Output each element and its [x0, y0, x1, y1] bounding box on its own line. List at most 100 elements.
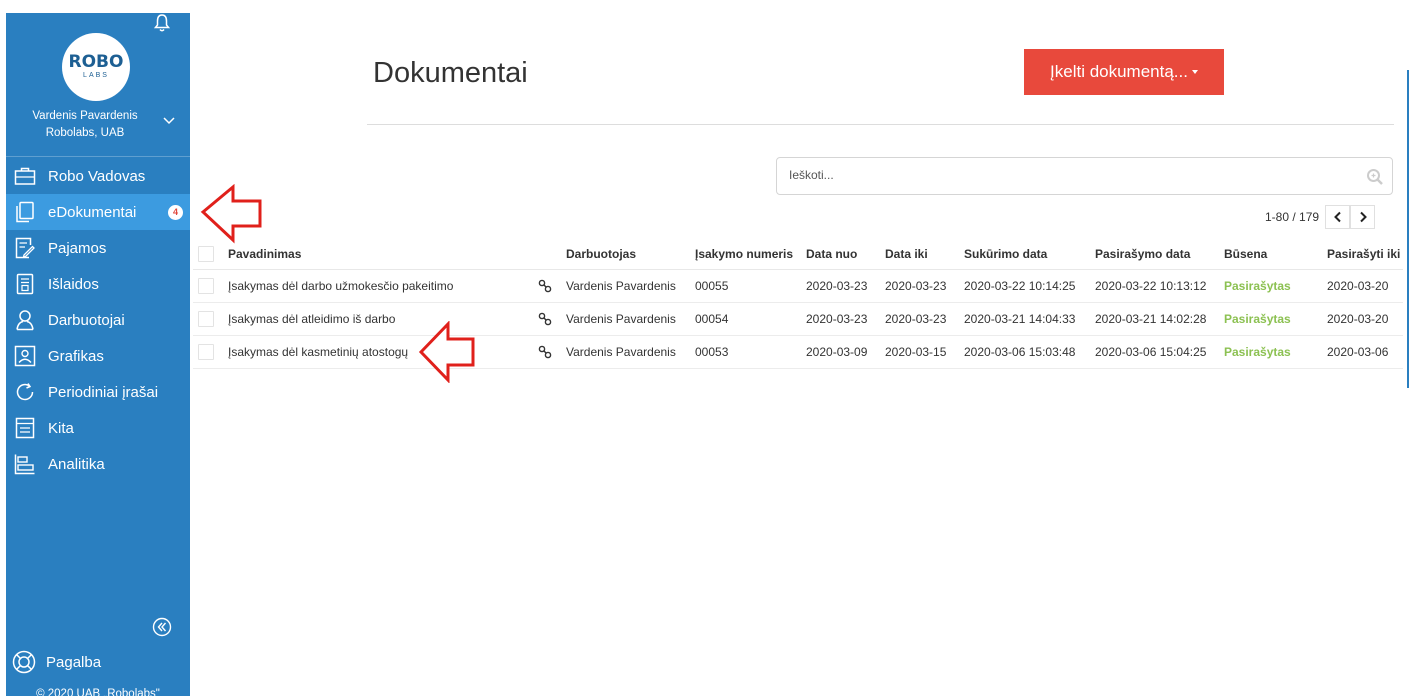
column-header-sign-until[interactable]: Pasirašyti iki	[1327, 238, 1400, 270]
upload-document-button[interactable]: Įkelti dokumentą...	[1024, 49, 1224, 95]
annotation-arrow-left-icon	[200, 184, 262, 244]
signed-date: 2020-03-22 10:13:12	[1095, 279, 1207, 293]
link-icon[interactable]	[538, 312, 552, 326]
link-icon[interactable]	[538, 279, 552, 293]
document-name[interactable]: Įsakymas dėl kasmetinių atostogų	[228, 336, 408, 368]
sidebar-item-edokumentai[interactable]: eDokumentai 4	[6, 194, 190, 230]
lifebuoy-icon	[12, 650, 36, 674]
copyright: © 2020 UAB „Robolabs"	[36, 688, 160, 696]
search-input[interactable]	[789, 168, 1349, 182]
sidebar-item-label: Grafikas	[48, 347, 104, 365]
sidebar-item-robo-vadovas[interactable]: Robo Vadovas	[6, 158, 190, 194]
sidebar-item-periodiniai-irasai[interactable]: Periodiniai įrašai	[6, 374, 190, 410]
company-logo[interactable]: ROBO LABS	[62, 33, 130, 101]
help-link[interactable]: Pagalba	[12, 650, 101, 674]
row-checkbox[interactable]	[198, 278, 214, 294]
help-label: Pagalba	[46, 653, 102, 671]
bell-icon[interactable]	[153, 13, 171, 33]
column-header-number[interactable]: Įsakymo numeris	[695, 238, 793, 270]
column-header-date-from[interactable]: Data nuo	[806, 238, 857, 270]
prev-page-button[interactable]	[1325, 205, 1351, 229]
list-icon	[14, 417, 36, 439]
notification-badge: 4	[168, 205, 183, 220]
edit-document-icon	[14, 237, 36, 259]
chevron-left-icon	[1333, 211, 1341, 223]
table-row[interactable]: Įsakymas dėl kasmetinių atostogų Vardeni…	[193, 336, 1403, 369]
table-row[interactable]: Įsakymas dėl darbo užmokesčio pakeitimo …	[193, 270, 1403, 303]
column-header-signed[interactable]: Pasirašymo data	[1095, 238, 1190, 270]
user-name[interactable]: Vardenis Pavardenis	[6, 109, 164, 124]
sidebar-item-label: Robo Vadovas	[48, 167, 146, 185]
table-row[interactable]: Įsakymas dėl atleidimo iš darbo Vardenis…	[193, 303, 1403, 336]
column-header-status[interactable]: Būsena	[1224, 238, 1267, 270]
row-checkbox[interactable]	[198, 311, 214, 327]
refresh-icon	[14, 381, 36, 403]
annotation-arrow-left-icon	[418, 321, 475, 383]
table-header: Pavadinimas Darbuotojas Įsakymo numeris …	[193, 238, 1403, 270]
documents-table: Pavadinimas Darbuotojas Įsakymo numeris …	[193, 238, 1403, 369]
employee: Vardenis Pavardenis	[566, 312, 676, 326]
created-date: 2020-03-21 14:04:33	[964, 312, 1076, 326]
upload-button-label: Įkelti dokumentą...	[1050, 62, 1188, 81]
signed-date: 2020-03-06 15:04:25	[1095, 345, 1207, 359]
sign-until: 2020-03-06	[1327, 345, 1389, 359]
sidebar-nav: Robo Vadovas eDokumentai 4 Pajamos Išlai…	[6, 158, 190, 482]
order-number: 00054	[695, 312, 729, 326]
sidebar-item-label: Išlaidos	[48, 275, 99, 293]
sidebar-item-analitika[interactable]: Analitika	[6, 446, 190, 482]
title-divider	[367, 124, 1394, 125]
status-badge: Pasirašytas	[1224, 345, 1291, 359]
receipt-icon	[14, 273, 36, 295]
date-to: 2020-03-23	[885, 279, 947, 293]
sidebar-item-islaidos[interactable]: Išlaidos	[6, 266, 190, 302]
order-number: 00053	[695, 345, 729, 359]
column-header-date-to[interactable]: Data iki	[885, 238, 928, 270]
search-icon[interactable]	[1366, 168, 1384, 186]
status-badge: Pasirašytas	[1224, 279, 1291, 293]
sidebar: ROBO LABS Vardenis Pavardenis Robolabs, …	[6, 13, 190, 696]
app-window: ROBO LABS Vardenis Pavardenis Robolabs, …	[0, 0, 1413, 696]
chevron-down-icon[interactable]	[162, 113, 176, 127]
sidebar-item-pajamos[interactable]: Pajamos	[6, 230, 190, 266]
logo-sub: LABS	[83, 72, 109, 79]
sidebar-item-label: Darbuotojai	[48, 311, 125, 329]
sidebar-item-label: Analitika	[48, 455, 105, 473]
document-name[interactable]: Įsakymas dėl darbo užmokesčio pakeitimo	[228, 270, 453, 302]
select-all-checkbox[interactable]	[198, 246, 214, 262]
date-to: 2020-03-15	[885, 345, 947, 359]
briefcase-icon	[14, 165, 36, 187]
date-to: 2020-03-23	[885, 312, 947, 326]
page-title: Dokumentai	[373, 57, 528, 89]
date-from: 2020-03-23	[806, 312, 868, 326]
sidebar-item-label: eDokumentai	[48, 203, 137, 221]
employee: Vardenis Pavardenis	[566, 345, 676, 359]
link-icon[interactable]	[538, 345, 552, 359]
sign-until: 2020-03-20	[1327, 279, 1389, 293]
date-from: 2020-03-23	[806, 279, 868, 293]
next-page-button[interactable]	[1350, 205, 1376, 229]
document-name[interactable]: Įsakymas dėl atleidimo iš darbo	[228, 303, 395, 335]
sidebar-item-grafikas[interactable]: Grafikas	[6, 338, 190, 374]
order-number: 00055	[695, 279, 729, 293]
created-date: 2020-03-22 10:14:25	[964, 279, 1076, 293]
panel-edge	[1407, 70, 1409, 388]
status-badge: Pasirašytas	[1224, 312, 1291, 326]
date-from: 2020-03-09	[806, 345, 868, 359]
column-header-created[interactable]: Sukūrimo data	[964, 238, 1047, 270]
sidebar-item-label: Pajamos	[48, 239, 107, 257]
sidebar-item-label: Kita	[48, 419, 74, 437]
logo-brand: ROBO	[68, 52, 124, 72]
sidebar-item-kita[interactable]: Kita	[6, 410, 190, 446]
user-company[interactable]: Robolabs, UAB	[6, 126, 164, 141]
row-checkbox[interactable]	[198, 344, 214, 360]
documents-icon	[14, 201, 36, 223]
collapse-sidebar-icon[interactable]	[152, 617, 172, 637]
sidebar-item-darbuotojai[interactable]: Darbuotojai	[6, 302, 190, 338]
schedule-icon	[14, 345, 36, 367]
column-header-employee[interactable]: Darbuotojas	[566, 238, 636, 270]
created-date: 2020-03-06 15:03:48	[964, 345, 1076, 359]
caret-down-icon	[1191, 70, 1198, 74]
signed-date: 2020-03-21 14:02:28	[1095, 312, 1207, 326]
employee: Vardenis Pavardenis	[566, 279, 676, 293]
analytics-icon	[14, 453, 36, 475]
